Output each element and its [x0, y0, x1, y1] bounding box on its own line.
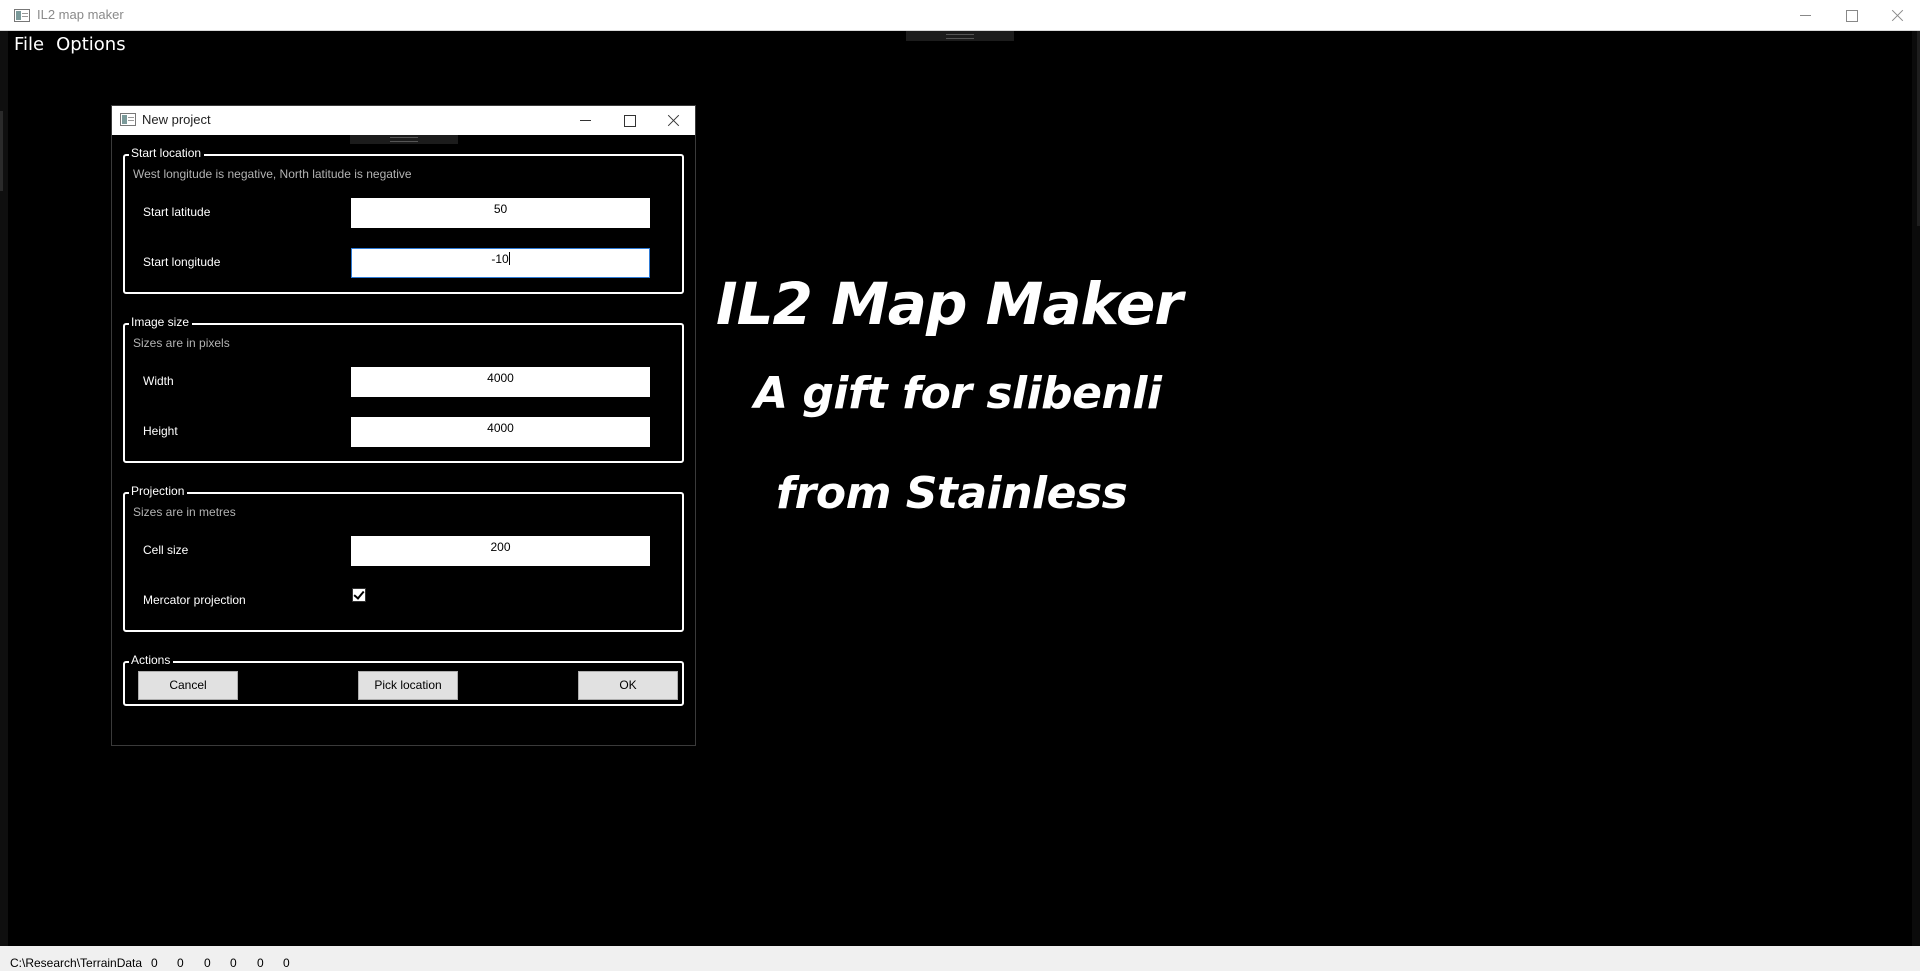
- close-button[interactable]: [1874, 0, 1920, 31]
- ok-button[interactable]: OK: [578, 671, 678, 700]
- image-size-group: Image size Sizes are in pixels Width 400…: [123, 315, 684, 463]
- height-label: Height: [143, 424, 178, 438]
- menu-options[interactable]: Options: [50, 31, 131, 59]
- status-bar: C:\Research\TerrainData 0 0 0 0 0 0: [0, 946, 1920, 971]
- new-project-dialog: New project Start location West longitud…: [111, 105, 696, 746]
- cell-size-input[interactable]: 200: [351, 536, 650, 566]
- app-window-icon: [14, 9, 30, 22]
- status-counter: 0: [230, 956, 237, 970]
- status-counter: 0: [283, 956, 290, 970]
- dialog-maximize-button[interactable]: [607, 106, 651, 135]
- top-splitter-handle[interactable]: [906, 31, 1014, 41]
- actions-group: Actions Cancel Pick location OK: [123, 653, 684, 706]
- start-latitude-label: Start latitude: [143, 205, 211, 219]
- pick-location-button[interactable]: Pick location: [358, 671, 458, 700]
- dialog-title: New project: [142, 112, 211, 127]
- maximize-button[interactable]: [1828, 0, 1874, 31]
- projection-group: Projection Sizes are in metres Cell size…: [123, 484, 684, 632]
- status-counter: 0: [177, 956, 184, 970]
- status-data-path: C:\Research\TerrainData: [10, 956, 143, 970]
- dialog-window-icon: [120, 113, 136, 126]
- mercator-projection-checkbox[interactable]: [352, 588, 366, 602]
- window-titlebar[interactable]: IL2 map maker: [0, 0, 1920, 31]
- status-counter: 0: [257, 956, 264, 970]
- start-location-group: Start location West longitude is negativ…: [123, 146, 684, 294]
- start-location-legend: Start location: [129, 146, 205, 160]
- status-counter: 0: [151, 956, 158, 970]
- menu-file[interactable]: File: [8, 31, 50, 59]
- minimize-button[interactable]: [1782, 0, 1828, 31]
- height-input[interactable]: 4000: [351, 417, 650, 447]
- text-caret: [508, 252, 510, 265]
- start-latitude-input[interactable]: 50: [351, 198, 650, 228]
- dialog-splitter-handle[interactable]: [350, 135, 458, 144]
- window-controls: [1782, 0, 1920, 31]
- splash-subtitle: A gift for slibenli: [754, 368, 1162, 419]
- projection-description: Sizes are in metres: [133, 505, 236, 519]
- mercator-projection-label: Mercator projection: [143, 593, 246, 607]
- width-input[interactable]: 4000: [351, 367, 650, 397]
- app-window: IL2 map maker File Options IL2 Map Maker…: [0, 0, 1920, 971]
- left-scroll-edge: [0, 31, 8, 946]
- window-title: IL2 map maker: [37, 7, 124, 22]
- start-longitude-label: Start longitude: [143, 255, 221, 269]
- width-label: Width: [143, 374, 174, 388]
- start-longitude-value: -10: [491, 252, 509, 266]
- splash-title: IL2 Map Maker: [716, 270, 1183, 338]
- splash-credit: from Stainless: [776, 468, 1128, 519]
- image-size-description: Sizes are in pixels: [133, 336, 230, 350]
- cell-size-label: Cell size: [143, 543, 189, 557]
- image-size-legend: Image size: [129, 315, 193, 329]
- dialog-close-button[interactable]: [651, 106, 695, 135]
- start-location-description: West longitude is negative, North latitu…: [133, 167, 412, 181]
- actions-legend: Actions: [129, 653, 174, 667]
- dialog-minimize-button[interactable]: [563, 106, 607, 135]
- cancel-button[interactable]: Cancel: [138, 671, 238, 700]
- dialog-window-controls: [563, 106, 695, 135]
- status-counter: 0: [204, 956, 211, 970]
- dialog-titlebar[interactable]: New project: [112, 106, 695, 135]
- projection-legend: Projection: [129, 484, 188, 498]
- vertical-scrollbar[interactable]: [1912, 31, 1920, 946]
- menu-bar: File Options: [8, 31, 132, 59]
- start-longitude-input[interactable]: -10: [351, 248, 650, 278]
